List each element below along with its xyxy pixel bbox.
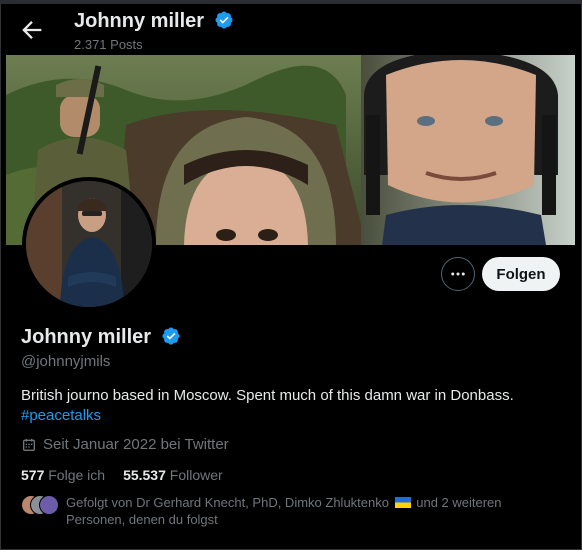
followers-count: 55.537 [123,467,166,483]
ukraine-flag-icon [394,497,411,508]
bio-hashtag-link[interactable]: #peacetalks [21,407,101,424]
top-bar: Johnny miller 2.371 Posts [0,4,582,56]
header-posts-count: 2.371 Posts [74,37,143,52]
avatar-photo [26,181,152,307]
follow-button[interactable]: Folgen [482,257,560,291]
followed-by-avatars [21,495,61,515]
followed-by-prefix: Gefolgt von Dr Gerhard Knecht, PhD, Dimk… [66,495,389,510]
followed-by-text: Gefolgt von Dr Gerhard Knecht, PhD, Dimk… [66,494,561,528]
profile-handle: @johnnyjmils [21,353,111,370]
profile-bio: British journo based in Moscow. Spent mu… [21,386,561,426]
joined-text: Seit Januar 2022 bei Twitter [43,436,229,453]
following-label: Folge ich [48,467,106,483]
follow-stats: 577 Folge ich 55.537 Follower [21,467,223,483]
following-link[interactable]: 577 Folge ich [21,467,105,483]
more-options-icon [451,272,465,276]
header-title: Johnny miller [74,10,234,33]
follower-avatar [39,495,59,515]
header-name-text: Johnny miller [74,10,205,32]
followed-by[interactable]: Gefolgt von Dr Gerhard Knecht, PhD, Dimk… [21,494,561,528]
followers-label: Follower [169,467,223,483]
back-arrow-icon[interactable] [18,16,46,44]
profile-name-text: Johnny miller [21,326,152,348]
followers-link[interactable]: 55.537 Follower [123,467,223,483]
joined-date: Seit Januar 2022 bei Twitter [21,436,229,453]
profile-name: Johnny miller [21,326,181,349]
following-count: 577 [21,467,45,483]
bio-text: British journo based in Moscow. Spent mu… [21,387,514,404]
profile-avatar[interactable] [22,177,156,311]
calendar-icon [23,438,35,451]
verified-badge-icon[interactable] [161,326,181,346]
verified-badge-icon [215,11,233,29]
more-options-button[interactable] [441,257,475,291]
